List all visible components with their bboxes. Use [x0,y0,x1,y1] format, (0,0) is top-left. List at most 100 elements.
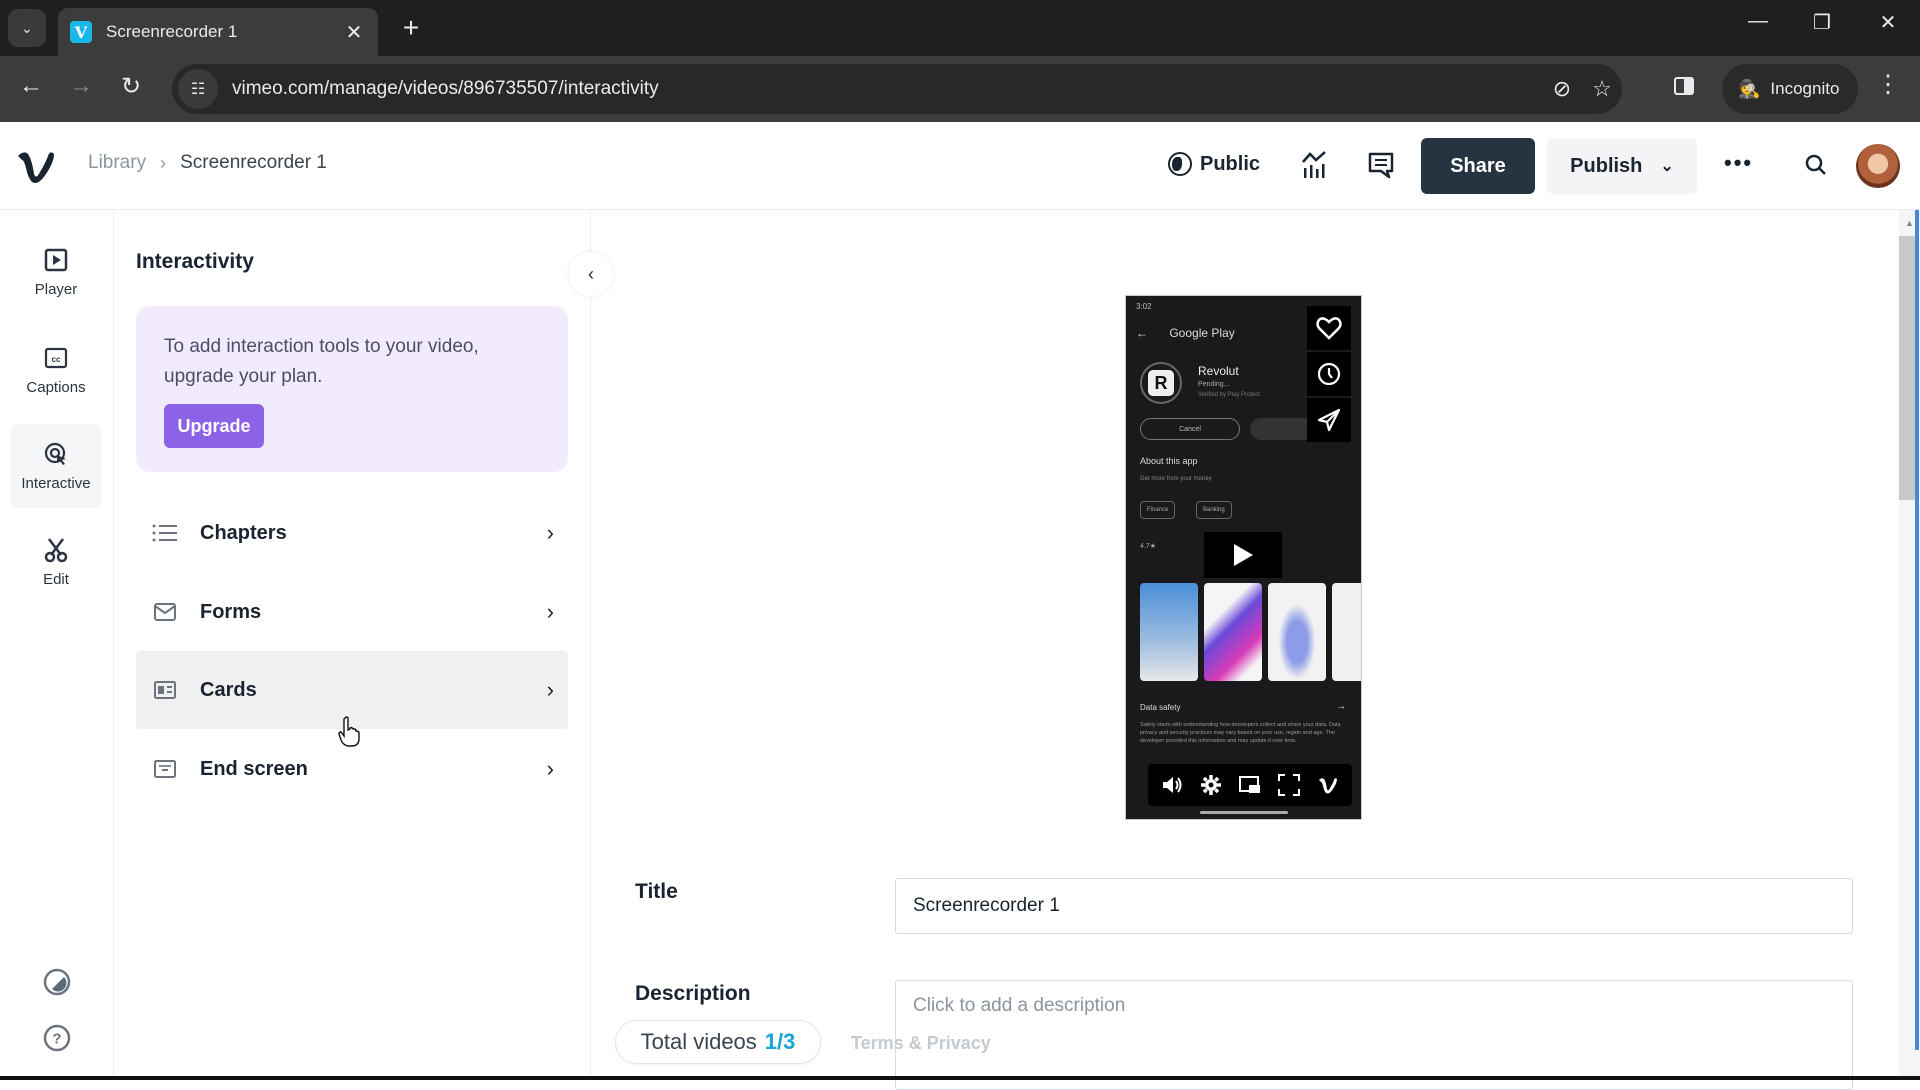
rating: 4.7★ [1140,543,1157,550]
vimeo-logo-icon[interactable] [14,144,58,188]
app-screenshot [1332,583,1361,681]
publish-button[interactable]: Publish ⌄ [1547,138,1697,194]
interactivity-panel: Interactivity ‹ To add interaction tools… [114,210,613,1080]
picture-in-picture-icon[interactable] [1236,771,1264,799]
breadcrumb-library-link[interactable]: Library [88,152,146,174]
side-panel-icon[interactable] [1672,74,1702,104]
data-safety-text: Safety starts with understanding how dev… [1140,722,1341,744]
back-icon[interactable]: ← [14,72,48,100]
menu-item-label: Chapters [200,521,287,544]
play-button[interactable] [1204,532,1282,578]
restore-icon[interactable]: ❐ [1802,10,1842,35]
chevron-right-icon: › [546,599,554,624]
privacy-button[interactable]: Public [1168,152,1260,176]
analytics-icon[interactable] [1297,148,1331,182]
chip: Finance [1140,501,1176,519]
svg-text:?: ? [52,1031,61,1048]
upgrade-button[interactable]: Upgrade [164,404,264,448]
rail-item-player[interactable]: Player [10,230,102,314]
like-button[interactable] [1307,306,1351,350]
new-tab-button[interactable]: + [396,12,426,44]
video-preview[interactable]: 3:02 ← Google Play R Revolut Pending... … [1125,295,1362,820]
star-icon[interactable]: ☆ [1582,76,1622,102]
video-progress-bar[interactable] [1200,811,1288,814]
rail-label: Player [34,280,78,298]
rail-label: Interactive [21,474,91,492]
menu-item-forms[interactable]: Forms › [136,573,568,651]
help-icon[interactable]: ? [42,1023,72,1053]
volume-icon[interactable] [1158,771,1186,799]
rail-label: Captions [26,378,86,396]
menu-item-chapters[interactable]: Chapters › [136,494,568,572]
address-bar[interactable]: ☷ vimeo.com/manage/videos/896735507/inte… [172,64,1622,114]
main-content: 3:02 ← Google Play R Revolut Pending... … [591,210,1901,1090]
app-verified: Verified by Play Protect [1198,392,1261,398]
breadcrumb-current: Screenrecorder 1 [180,152,327,173]
scissors-icon [43,537,69,563]
comments-icon[interactable] [1364,148,1398,182]
total-videos-count: 1/3 [764,1029,796,1054]
eye-off-icon[interactable]: ⊘ [1542,76,1582,102]
forward-icon[interactable]: → [64,72,98,100]
theme-toggle-icon[interactable] [42,967,72,997]
description-input[interactable] [895,980,1853,1090]
settings-gear-icon[interactable] [1197,771,1225,799]
chevron-down-icon: ⌄ [1660,158,1674,175]
incognito-label: Incognito [1770,79,1840,98]
cancel-pill: Cancel [1140,418,1240,440]
share-button[interactable]: Share [1421,138,1535,194]
reload-icon[interactable]: ↻ [114,72,148,101]
back-arrow-icon: ← [1136,326,1148,340]
scroll-up-icon[interactable]: ▲ [1905,218,1914,228]
tab-close-icon[interactable]: ✕ [342,20,366,45]
window-close-icon[interactable]: ✕ [1868,10,1908,35]
app-screenshot [1268,583,1326,681]
store-header: ← Google Play [1136,326,1235,340]
rail-item-interactive[interactable]: Interactive [10,424,102,508]
about-title: About this app [1140,456,1198,466]
chevron-down-icon: ⌄ [21,19,33,36]
search-icon[interactable] [1799,148,1833,182]
incognito-icon: 🕵 [1738,78,1761,99]
menu-item-label: Cards [200,678,257,701]
end-screen-icon [152,756,178,782]
tab-title: Screenrecorder 1 [106,22,238,41]
vimeo-favicon-icon: V [70,21,92,43]
tab-search-button[interactable]: ⌄ [8,9,46,47]
phone-status-time: 3:02 [1136,302,1152,311]
site-info-icon[interactable]: ☷ [178,69,218,109]
title-label: Title [635,880,678,903]
svg-text:cc: cc [52,355,61,364]
total-videos-label: Total videos [640,1029,757,1054]
captions-icon: cc [43,345,69,371]
chevron-right-icon: › [546,520,554,545]
app-logo: R [1140,362,1182,404]
page-scrollbar[interactable]: ▲ [1899,210,1920,1080]
url-text[interactable]: vimeo.com/manage/videos/896735507/intera… [232,78,1542,100]
more-options-icon[interactable]: ••• [1724,150,1753,176]
browser-menu-icon[interactable]: ⋮ [1876,70,1900,99]
terms-privacy-link[interactable]: Terms & Privacy [851,1033,991,1054]
share-video-button[interactable] [1307,398,1351,442]
player-icon [43,247,69,273]
minimize-icon[interactable]: — [1738,10,1778,33]
panel-title: Interactivity [136,250,254,273]
upgrade-message: To add interaction tools to your video, … [164,336,479,387]
vimeo-logo-icon[interactable] [1314,771,1342,799]
collapse-panel-button[interactable]: ‹ [569,252,613,296]
left-nav-rail: Player cc Captions Interactive Edit ? [0,210,114,1080]
incognito-indicator[interactable]: 🕵 Incognito [1722,64,1858,114]
watch-later-button[interactable] [1307,352,1351,396]
upgrade-card: To add interaction tools to your video, … [136,306,568,472]
scrollbar-thumb[interactable] [1899,236,1915,500]
rail-item-edit[interactable]: Edit [10,520,102,604]
browser-tab[interactable]: V Screenrecorder 1 ✕ [58,8,378,56]
app-header: Library › Screenrecorder 1 Public Share … [0,122,1920,210]
title-input[interactable] [895,878,1853,934]
rail-item-captions[interactable]: cc Captions [10,328,102,412]
store-title: Google Play [1169,326,1235,340]
user-avatar[interactable] [1856,144,1900,188]
fullscreen-icon[interactable] [1275,771,1303,799]
focus-outline [1915,210,1919,1050]
browser-tab-bar: ⌄ V Screenrecorder 1 ✕ + — ❐ ✕ [0,0,1920,56]
